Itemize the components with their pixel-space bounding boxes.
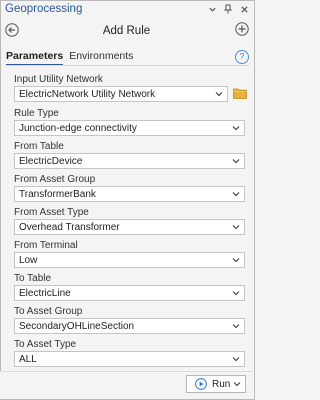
chevron-down-icon — [232, 123, 240, 133]
from-terminal-select[interactable]: Low — [14, 252, 245, 268]
chevron-down-icon — [232, 156, 240, 166]
chevron-down-icon — [232, 189, 240, 199]
from-asset-type-value: Overhead Transformer — [19, 222, 120, 233]
help-icon[interactable]: ? — [235, 50, 249, 64]
from-asset-group-select[interactable]: TransformerBank — [14, 186, 245, 202]
rule-type-select[interactable]: Junction-edge connectivity — [14, 120, 245, 136]
rule-type-value: Junction-edge connectivity — [19, 123, 137, 134]
tab-environments[interactable]: Environments — [69, 50, 133, 66]
chevron-down-icon — [232, 321, 240, 331]
chevron-down-icon — [232, 354, 240, 364]
from-table-value: ElectricDevice — [19, 156, 83, 167]
chevron-down-icon[interactable] — [206, 3, 218, 15]
rule-type-label: Rule Type — [14, 108, 59, 119]
run-label: Run — [212, 379, 231, 390]
from-asset-group-label: From Asset Group — [14, 174, 96, 185]
chevron-down-icon — [232, 255, 240, 265]
input-utility-network-value: ElectricNetwork Utility Network — [19, 89, 156, 100]
chevron-down-icon — [232, 288, 240, 298]
from-terminal-value: Low — [19, 255, 38, 266]
to-table-value: ElectricLine — [19, 288, 71, 299]
to-asset-group-value: SecondaryOHLineSection — [19, 321, 135, 332]
input-utility-network-select[interactable]: ElectricNetwork Utility Network — [14, 86, 228, 102]
run-button[interactable]: Run — [186, 375, 246, 393]
to-asset-type-select[interactable]: ALL — [14, 351, 245, 367]
input-utility-network-label: Input Utility Network — [14, 74, 103, 85]
close-icon[interactable] — [238, 3, 250, 15]
pane-window-controls — [206, 3, 250, 15]
to-asset-type-label: To Asset Type — [14, 339, 77, 350]
add-icon[interactable] — [235, 22, 249, 36]
tool-header: Add Rule — [0, 22, 253, 40]
to-table-label: To Table — [14, 273, 52, 284]
from-table-select[interactable]: ElectricDevice — [14, 153, 245, 169]
from-terminal-label: From Terminal — [14, 240, 78, 251]
chevron-down-icon — [232, 222, 240, 232]
pin-icon[interactable] — [222, 3, 234, 15]
tool-tabs: Parameters Environments — [6, 50, 133, 66]
chevron-down-icon[interactable] — [233, 379, 241, 389]
to-table-select[interactable]: ElectricLine — [14, 285, 245, 301]
to-asset-group-select[interactable]: SecondaryOHLineSection — [14, 318, 245, 334]
tab-parameters[interactable]: Parameters — [6, 50, 64, 66]
tabs-divider — [6, 65, 249, 66]
to-asset-group-label: To Asset Group — [14, 306, 83, 317]
from-asset-type-label: From Asset Type — [14, 207, 89, 218]
from-table-label: From Table — [14, 141, 64, 152]
play-icon — [195, 378, 207, 390]
from-asset-type-select[interactable]: Overhead Transformer — [14, 219, 245, 235]
pane-titlebar: Geoprocessing — [0, 0, 253, 18]
to-asset-type-value: ALL — [19, 354, 37, 365]
pane-title: Geoprocessing — [5, 3, 83, 15]
chevron-down-icon — [215, 89, 223, 99]
tool-title: Add Rule — [102, 25, 151, 37]
from-asset-group-value: TransformerBank — [19, 189, 96, 200]
folder-icon[interactable] — [233, 87, 247, 99]
